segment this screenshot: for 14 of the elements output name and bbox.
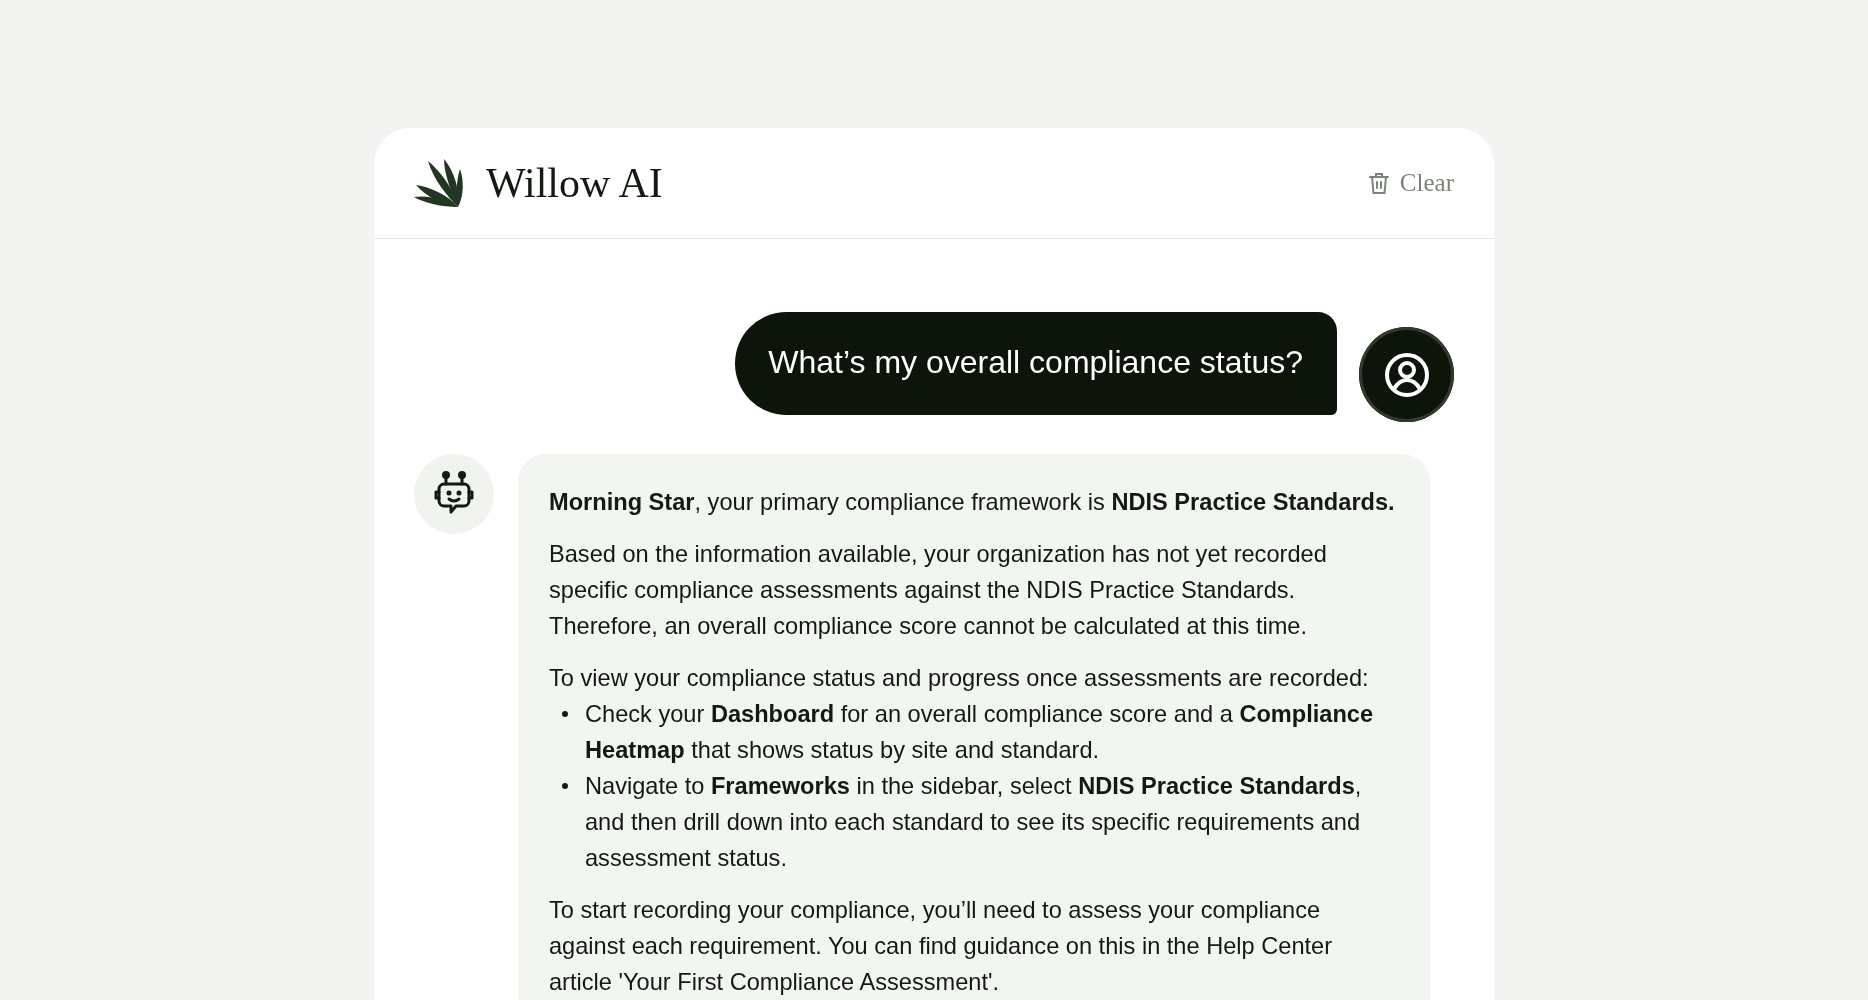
user-icon (1383, 351, 1430, 398)
message-paragraph: To start recording your compliance, you’ll need to assess your compliance against each requirement. You can find guidance on this in the Help Center article 'Your First Compliance Assessment'. (549, 896, 1334, 997)
user-message: What’s my overall compliance status? (735, 312, 1337, 415)
bullet-dot (562, 783, 568, 789)
leaf-logo-icon (414, 157, 464, 209)
list-item-text: Navigate to Frameworks in the sidebar, select NDIS Practice Standards, and then drill down into each standard to see its specific requirements and assessment status. (585, 773, 1362, 871)
message-paragraph: To view your compliance status and progress once assessments are recorded: (549, 664, 1370, 693)
list-item-text: Check your Dashboard for an overall compliance score and a Compliance Heatmap that shows status by site and standard. (585, 701, 1374, 763)
bullet-dot (562, 711, 568, 717)
app-title: Willow AI (486, 159, 663, 207)
message-paragraph: Based on the information available, your organization has not yet recorded specific compliance assessments against the NDIS Practice Standards. Therefore, an overall compliance score cannot be calculated at this time. (549, 540, 1328, 641)
message-paragraph: Morning Star, your primary compliance framework is NDIS Practice Standards. (549, 488, 1396, 517)
clear-button[interactable]: Clear (1367, 169, 1454, 197)
trash-icon (1367, 171, 1390, 195)
